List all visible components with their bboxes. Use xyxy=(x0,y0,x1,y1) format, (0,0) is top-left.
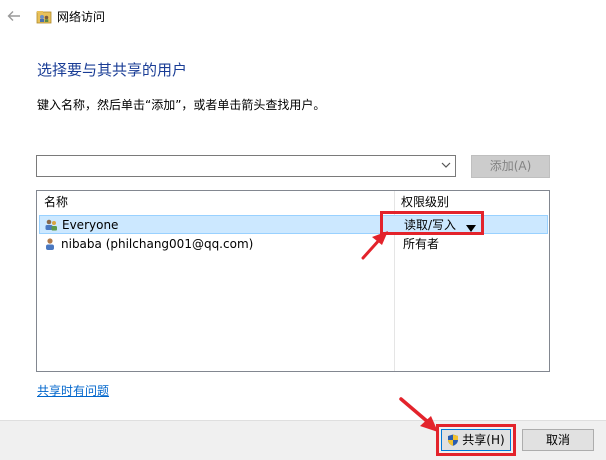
window-title: 网络访问 xyxy=(57,10,106,24)
list-header: 名称 权限级别 xyxy=(37,191,549,213)
column-header-permission[interactable]: 权限级别 xyxy=(401,195,449,209)
cancel-button[interactable]: 取消 xyxy=(522,429,594,451)
title-bar: 网络访问 xyxy=(0,0,606,34)
dialog-footer: 共享(H) 取消 xyxy=(0,420,606,460)
table-row[interactable]: Everyone 读取/写入 xyxy=(39,215,548,234)
row-user-name: Everyone xyxy=(62,218,119,232)
network-folder-icon xyxy=(36,9,52,25)
user-permission-list[interactable]: 名称 权限级别 Everyone 读取/写入 nibaba (philchang… xyxy=(36,190,550,372)
uac-shield-icon xyxy=(447,432,459,446)
share-button-label: 共享(H) xyxy=(462,433,505,447)
user-icon xyxy=(43,237,57,251)
row-permission: 所有者 xyxy=(403,237,440,251)
permission-dropdown[interactable]: 读取/写入 xyxy=(404,218,456,232)
back-arrow-icon[interactable] xyxy=(6,8,22,24)
sharing-help-link[interactable]: 共享时有问题 xyxy=(37,383,109,399)
column-header-name[interactable]: 名称 xyxy=(44,195,68,209)
instruction-text: 键入名称，然后单击“添加”，或者单击箭头查找用户。 xyxy=(37,98,326,112)
table-row[interactable]: nibaba (philchang001@qq.com) 所有者 xyxy=(39,235,548,254)
share-button[interactable]: 共享(H) xyxy=(441,429,511,451)
dropdown-triangle-icon[interactable] xyxy=(466,221,476,232)
page-heading: 选择要与其共享的用户 xyxy=(37,61,188,79)
add-button[interactable]: 添加(A) xyxy=(471,155,550,178)
user-group-icon xyxy=(44,218,58,232)
chevron-down-icon[interactable] xyxy=(441,159,451,171)
row-user-name: nibaba (philchang001@qq.com) xyxy=(61,237,254,251)
user-name-combobox[interactable] xyxy=(36,155,456,177)
